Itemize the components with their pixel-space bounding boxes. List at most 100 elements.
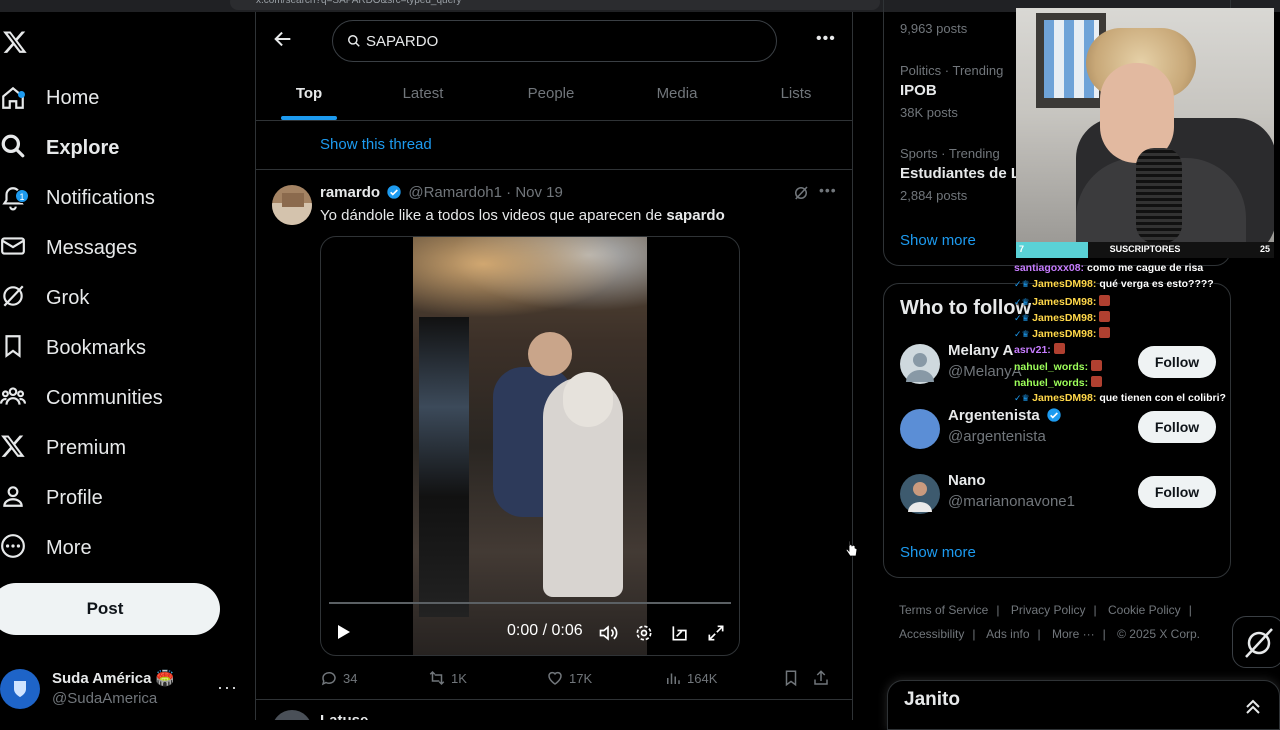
follow-suggestion[interactable]: Nano @marianonavone1 Follow (900, 468, 1216, 520)
author-handle[interactable]: @Ramardoh1 (408, 184, 502, 201)
footer-sep: | (996, 603, 1000, 617)
suggestion-handle: @argentenista (948, 428, 1046, 445)
more-icon[interactable]: ••• (816, 30, 836, 50)
pip-icon[interactable] (670, 623, 690, 643)
avatar[interactable] (272, 710, 312, 720)
post-button[interactable]: Post (0, 583, 220, 635)
footer-link[interactable]: More ··· (1052, 627, 1095, 641)
chat-username: nahuel_words: (1014, 360, 1089, 373)
chat-text: como me cague de risa (1087, 262, 1204, 274)
follow-button[interactable]: Follow (1138, 476, 1216, 508)
tab-people[interactable]: People (516, 70, 586, 120)
video-progress-bar[interactable] (329, 602, 731, 604)
volume-icon[interactable] (598, 623, 618, 643)
more-icon[interactable]: ••• (819, 182, 837, 198)
nav-profile[interactable]: Profile (0, 476, 103, 520)
search-input[interactable]: SAPARDO (332, 20, 777, 62)
footer-link[interactable]: Privacy Policy (1011, 603, 1086, 617)
main-column: SAPARDO ••• Top Latest People Media List… (255, 12, 853, 720)
tab-lists[interactable]: Lists (761, 70, 831, 120)
tweet-text-plain: Yo dándole like a todos los videos que a… (320, 207, 667, 224)
chat-message: ✓♛ JamesDM98: (1014, 310, 1274, 327)
suggestion-handle: @MelanyA (948, 363, 1022, 380)
chat-message: ✓♛ JamesDM98: que tienen con el colibri? (1014, 392, 1274, 408)
nav-notifications[interactable]: 1 Notifications (0, 176, 155, 220)
back-arrow-icon[interactable] (272, 28, 294, 50)
footer-link[interactable]: Accessibility (899, 627, 964, 641)
author-name[interactable]: Latuse (320, 712, 368, 720)
fullscreen-icon[interactable] (706, 623, 726, 643)
show-more-link[interactable]: Show more (900, 232, 976, 249)
play-icon[interactable] (333, 622, 353, 642)
bookmark-button[interactable] (782, 667, 805, 689)
trend-category: Politics · Trending (900, 63, 1004, 78)
nav-label: Bookmarks (46, 336, 147, 359)
more-icon[interactable]: ··· (217, 677, 238, 698)
avatar (0, 669, 40, 709)
chat-badge-icon: ✓♛ (1014, 279, 1033, 290)
chat-badge-icon: ✓♛ (1014, 296, 1033, 307)
like-button[interactable]: 17K (546, 667, 592, 689)
nav-explore[interactable]: Explore (0, 126, 119, 170)
share-icon (814, 670, 828, 685)
tab-media[interactable]: Media (642, 70, 712, 120)
tab-top[interactable]: Top (274, 70, 344, 120)
footer-link[interactable]: Terms of Service (899, 603, 988, 617)
footer-links: Terms of Service | Privacy Policy | Cookie… (899, 598, 1219, 646)
avatar (900, 409, 940, 449)
nav-messages[interactable]: Messages (0, 226, 137, 270)
x-logo-icon[interactable] (2, 29, 28, 55)
footer-link[interactable]: Cookie Policy (1108, 603, 1181, 617)
grok-floating-button[interactable] (1232, 616, 1280, 668)
x-logo-icon (0, 433, 26, 464)
settings-gear-icon[interactable] (634, 623, 654, 643)
address-bar[interactable]: x.com/search?q=SAPARDO&src=typed_query (230, 0, 880, 10)
tab-label: Top (295, 85, 323, 102)
nav-label: Grok (46, 286, 90, 309)
reply-button[interactable]: 34 (320, 667, 357, 689)
nav-label: Notifications (46, 186, 155, 209)
footer-sep: | (1037, 627, 1041, 641)
unread-dot (18, 91, 25, 98)
separator: · (506, 184, 512, 201)
bookmark-icon (785, 670, 797, 687)
suggestion-name: Melany A (948, 342, 1014, 359)
nav-home[interactable]: Home (0, 76, 99, 120)
show-more-link[interactable]: Show more (900, 544, 976, 561)
expand-up-icon[interactable] (1243, 697, 1263, 717)
follow-button[interactable]: Follow (1138, 411, 1216, 443)
nav-label: Premium (46, 436, 127, 459)
show-thread-link[interactable]: Show this thread (320, 136, 432, 153)
nav-communities[interactable]: Communities (0, 376, 163, 420)
repost-button[interactable]: 1K (428, 667, 467, 689)
follow-suggestion[interactable]: Argentenista @argentenista Follow (900, 403, 1216, 455)
chat-text: qué verga es esto???? (1099, 278, 1214, 291)
stream-chat-overlay: santiagoxx08: como me cague de risa ✓♛ Jam… (1014, 262, 1274, 409)
views-button[interactable]: 164K (664, 667, 717, 689)
chat-badge-icon: ✓♛ (1014, 393, 1033, 404)
nav-more[interactable]: More (0, 526, 92, 570)
avatar[interactable] (272, 185, 312, 225)
share-button[interactable] (812, 667, 835, 689)
drawer-title: Janito (904, 689, 960, 710)
tweet-date[interactable]: Nov 19 (515, 184, 563, 201)
video-player[interactable]: 0:00 / 0:06 (320, 236, 740, 656)
chat-username: JamesDM98: (1032, 328, 1097, 341)
person-icon (0, 483, 26, 514)
nav-bookmarks[interactable]: Bookmarks (0, 326, 146, 370)
messages-drawer[interactable]: Janito (887, 680, 1280, 730)
left-nav: Home Explore 1 Notifications Messages Gr… (0, 12, 255, 720)
suggestion-name-text: Argentenista (948, 407, 1040, 424)
repost-icon (429, 670, 445, 686)
grok-icon[interactable] (792, 184, 810, 202)
avatar (900, 474, 940, 514)
author-name[interactable]: ramardo (320, 184, 380, 201)
account-switcher[interactable]: Suda América 🏟️ @SudaAmerica ··· (0, 665, 245, 715)
footer-link[interactable]: Ads info (986, 627, 1029, 641)
suggestion-name: Argentenista (948, 407, 1064, 424)
nav-premium[interactable]: Premium (0, 426, 126, 470)
nav-grok[interactable]: Grok (0, 276, 89, 320)
trend-category: Sports · Trending (900, 146, 1000, 161)
tab-latest[interactable]: Latest (388, 70, 458, 120)
repost-count: 1K (451, 670, 467, 686)
